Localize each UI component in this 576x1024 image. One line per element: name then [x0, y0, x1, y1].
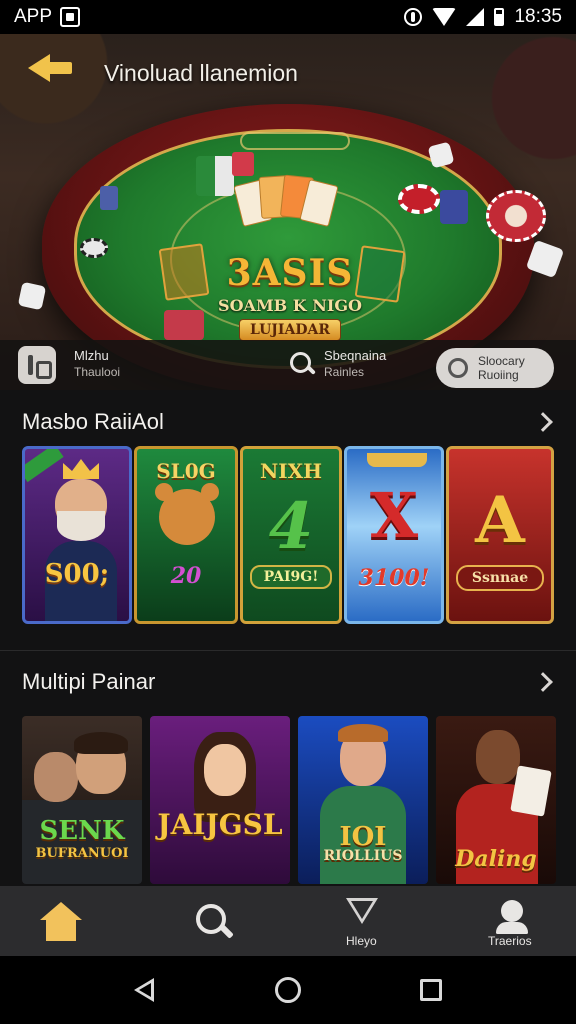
- profile-icon[interactable]: [501, 900, 523, 922]
- hero-pill-title: Sloocary: [478, 354, 525, 368]
- hero-action-left[interactable]: Mlzhu Thaulooi: [74, 348, 120, 380]
- hero-action-left-title: Mlzhu: [74, 348, 109, 363]
- hero-action-search-sub: Rainles: [324, 365, 365, 379]
- chip-icon: [398, 184, 440, 214]
- slot-top-label: SL0G: [156, 459, 216, 483]
- hero-action-left-sub: Thaulooi: [74, 365, 121, 379]
- hero-action-search[interactable]: Sbeqnaina Rainles: [324, 348, 386, 380]
- battery-icon: [494, 8, 505, 26]
- bottom-nav: Hleyo Traerios: [0, 886, 576, 956]
- app-notification-icon: [60, 7, 81, 27]
- multiplayer-game-tile[interactable]: JAIJGSL: [150, 716, 290, 884]
- do-not-disturb-icon: [404, 8, 423, 26]
- nav-label-promo[interactable]: Hleyo: [346, 934, 377, 948]
- character-face: [476, 730, 520, 784]
- hero-action-search-title: Sbeqnaina: [324, 348, 387, 363]
- system-back-icon-inner: [139, 983, 151, 997]
- chip-stack-icon: [232, 152, 254, 176]
- card-fan: [233, 174, 339, 228]
- slot-big-label: 4: [268, 489, 314, 564]
- character-face: [34, 752, 78, 802]
- status-right: 18:35: [404, 6, 562, 28]
- app-screen: APP 18:35 Vinoluad llanemion 3ASIS SOAMB…: [0, 0, 576, 1024]
- character-hat: [338, 724, 388, 742]
- status-time: 18:35: [514, 6, 562, 27]
- multiplayer-game-tile[interactable]: SENK BUFRANUOI: [22, 716, 142, 884]
- hero-banner[interactable]: Vinoluad llanemion 3ASIS SOAMB K NIGO LU…: [0, 34, 576, 390]
- slot-plate: PAI9G!: [243, 565, 339, 589]
- slot-top-label: NIXH: [259, 459, 323, 483]
- slot-game-tile[interactable]: NIXH 4 PAI9G!: [240, 446, 342, 624]
- hero-pill-button[interactable]: Sloocary Ruoiing: [436, 348, 554, 388]
- chip-stack-icon: [196, 156, 234, 196]
- status-left: APP: [14, 6, 81, 28]
- game-label: SENK: [39, 816, 125, 846]
- multiplayer-game-tile[interactable]: Daling: [436, 716, 556, 884]
- status-bar: APP 18:35: [0, 0, 576, 34]
- slot-game-tile[interactable]: SL0G 20: [134, 446, 238, 624]
- slots-section-header[interactable]: Masbo RaiiAol: [22, 404, 556, 440]
- slot-plate-label: Ssnnae: [455, 565, 545, 591]
- multiplayer-section-title: Multipi Painar: [22, 669, 156, 694]
- nav-label-profile[interactable]: Traerios: [488, 934, 532, 948]
- new-badge: [25, 449, 64, 483]
- slot-top-bar: [367, 453, 427, 467]
- chip-icon: [80, 238, 108, 258]
- multiplayer-section-header[interactable]: Multipi Painar: [22, 664, 556, 700]
- chip-stack-icon: [440, 190, 468, 224]
- chevron-right-icon[interactable]: [533, 672, 553, 692]
- hero-action-bar: Mlzhu Thaulooi Sbeqnaina Rainles Sloocar…: [0, 340, 576, 390]
- slot-bottom-label: 20: [170, 563, 202, 589]
- table-arc: [240, 132, 350, 150]
- wifi-icon: [432, 8, 457, 26]
- bear-icon: [155, 483, 219, 545]
- system-home-icon[interactable]: [275, 977, 301, 1003]
- dice-icon: [17, 281, 47, 311]
- slot-plate-label: PAI9G!: [249, 565, 333, 589]
- game-sub-label: RIOLLIUS: [323, 848, 403, 864]
- status-app-label: APP: [14, 6, 53, 27]
- cell-signal-icon: [466, 8, 485, 26]
- hero-logo-plate: LUJIADAR: [239, 319, 341, 341]
- search-icon[interactable]: [196, 904, 236, 944]
- slot-game-tile[interactable]: S00;: [22, 446, 132, 624]
- slot-game-tile[interactable]: A Ssnnae: [446, 446, 554, 624]
- system-nav-bar: [0, 956, 576, 1024]
- playing-card-icon: [510, 765, 552, 817]
- slot-bottom-label: 3100!: [358, 565, 430, 591]
- hero-title: Vinoluad llanemion: [104, 60, 298, 86]
- slot-big-label: A: [475, 483, 525, 558]
- game-label: JAIJGSL: [157, 808, 283, 841]
- chip-icon: [486, 190, 546, 242]
- slot-big-label: X: [369, 479, 419, 552]
- character-hair: [74, 732, 128, 754]
- slot-game-tile[interactable]: X 3100!: [344, 446, 444, 624]
- hero-logo-small: SOAMB K NIGO: [218, 296, 362, 315]
- slot-plate: Ssnnae: [449, 565, 551, 591]
- crown-icon: [63, 459, 99, 479]
- system-recents-icon[interactable]: [420, 979, 442, 1001]
- promo-icon-inner: [351, 901, 373, 919]
- profile-icon-body: [496, 922, 528, 934]
- hero-pill-text: Sloocary Ruoiing: [478, 354, 525, 382]
- tools-button[interactable]: [18, 346, 56, 384]
- character-beard: [57, 511, 105, 541]
- reward-icon: [448, 358, 468, 378]
- character-face: [204, 744, 246, 796]
- slots-section-title: Masbo RaiiAol: [22, 409, 164, 434]
- chip-stack-icon: [100, 186, 118, 210]
- slot-label: S00;: [44, 559, 110, 589]
- hero-pill-sub: Ruoiing: [478, 368, 519, 382]
- game-label: Daling: [455, 846, 537, 872]
- back-arrow-icon[interactable]: [28, 48, 74, 88]
- hero-logo: 3ASIS SOAMB K NIGO LUJIADAR: [192, 252, 388, 341]
- chevron-right-icon[interactable]: [533, 412, 553, 432]
- section-divider: [0, 650, 576, 651]
- home-icon[interactable]: [40, 902, 82, 942]
- game-sub-label: BUFRANUOI: [35, 846, 129, 861]
- multiplayer-game-tile[interactable]: IOI RIOLLIUS: [298, 716, 428, 884]
- search-icon[interactable]: [290, 352, 316, 378]
- hero-logo-big: 3ASIS: [226, 252, 354, 294]
